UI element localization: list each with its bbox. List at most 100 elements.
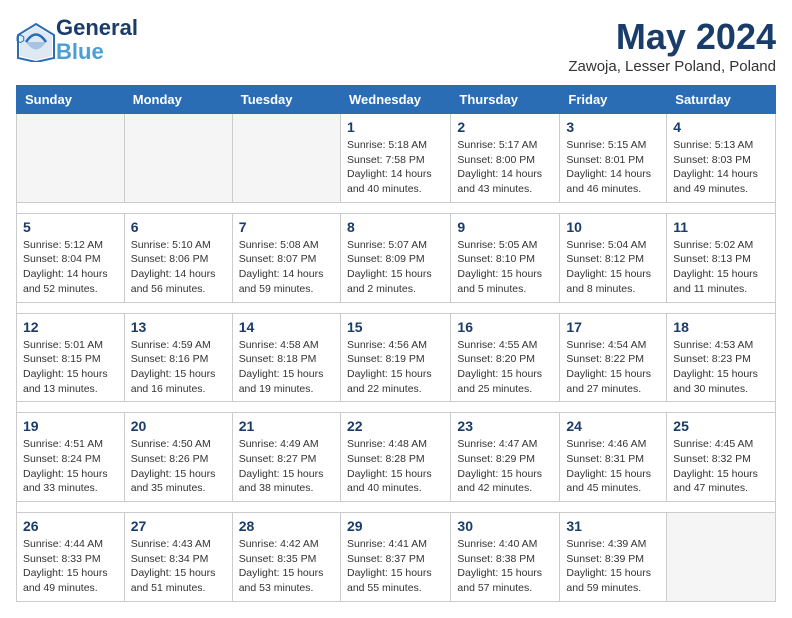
day-info: Sunrise: 4:43 AM Sunset: 8:34 PM Dayligh… — [131, 537, 226, 596]
logo-text: General Blue — [56, 16, 138, 64]
day-info: Sunrise: 4:55 AM Sunset: 8:20 PM Dayligh… — [457, 338, 553, 397]
calendar-cell: 12Sunrise: 5:01 AM Sunset: 8:15 PM Dayli… — [17, 313, 125, 402]
day-info: Sunrise: 5:01 AM Sunset: 8:15 PM Dayligh… — [23, 338, 118, 397]
calendar-cell: 18Sunrise: 4:53 AM Sunset: 8:23 PM Dayli… — [667, 313, 776, 402]
calendar-cell: 5 Sunrise: 5:12 AM Sunset: 8:04 PM Daylig… — [17, 213, 125, 302]
day-info: Sunrise: 5:04 AM Sunset: 8:12 PM Dayligh… — [566, 238, 660, 297]
day-number: 5 — [23, 219, 118, 235]
page-header: ⬡ General Blue May 2024 Zawoja, Lesser P… — [16, 16, 776, 75]
day-info: Sunrise: 5:17 AM Sunset: 8:00 PM Dayligh… — [457, 138, 553, 197]
day-number: 31 — [566, 518, 660, 534]
day-info: Sunrise: 5:08 AM Sunset: 8:07 PM Dayligh… — [239, 238, 334, 297]
day-info: Sunrise: 5:12 AM Sunset: 8:04 PM Dayligh… — [23, 238, 118, 297]
day-info: Sunrise: 4:39 AM Sunset: 8:39 PM Dayligh… — [566, 537, 660, 596]
day-info: Sunrise: 5:07 AM Sunset: 8:09 PM Dayligh… — [347, 238, 444, 297]
day-number: 28 — [239, 518, 334, 534]
weekday-header: Friday — [560, 86, 667, 114]
calendar-week-row: 5 Sunrise: 5:12 AM Sunset: 8:04 PM Daylig… — [17, 213, 776, 302]
calendar-cell — [232, 114, 340, 203]
day-number: 11 — [673, 219, 769, 235]
calendar-cell: 27 Sunrise: 4:43 AM Sunset: 8:34 PM Dayli… — [124, 513, 232, 602]
calendar-cell: 6 Sunrise: 5:10 AM Sunset: 8:06 PM Daylig… — [124, 213, 232, 302]
day-number: 25 — [673, 418, 769, 434]
logo: ⬡ General Blue — [16, 16, 138, 64]
day-number: 3 — [566, 119, 660, 135]
day-info: Sunrise: 5:10 AM Sunset: 8:06 PM Dayligh… — [131, 238, 226, 297]
day-number: 20 — [131, 418, 226, 434]
calendar-cell — [17, 114, 125, 203]
day-number: 22 — [347, 418, 444, 434]
day-info: Sunrise: 4:45 AM Sunset: 8:32 PM Dayligh… — [673, 437, 769, 496]
calendar-cell: 23 Sunrise: 4:47 AM Sunset: 8:29 PM Dayli… — [451, 413, 560, 502]
day-number: 21 — [239, 418, 334, 434]
day-number: 6 — [131, 219, 226, 235]
calendar-cell: 7Sunrise: 5:08 AM Sunset: 8:07 PM Daylig… — [232, 213, 340, 302]
week-separator — [17, 402, 776, 413]
week-separator — [17, 202, 776, 213]
day-info: Sunrise: 4:59 AM Sunset: 8:16 PM Dayligh… — [131, 338, 226, 397]
month-title: May 2024 — [568, 16, 776, 58]
calendar-cell: 8 Sunrise: 5:07 AM Sunset: 8:09 PM Daylig… — [340, 213, 450, 302]
calendar-cell: 25 Sunrise: 4:45 AM Sunset: 8:32 PM Dayli… — [667, 413, 776, 502]
day-number: 27 — [131, 518, 226, 534]
day-number: 10 — [566, 219, 660, 235]
day-number: 16 — [457, 319, 553, 335]
day-number: 19 — [23, 418, 118, 434]
calendar-cell — [124, 114, 232, 203]
day-number: 13 — [131, 319, 226, 335]
calendar-cell: 24 Sunrise: 4:46 AM Sunset: 8:31 PM Dayli… — [560, 413, 667, 502]
logo-icon: ⬡ — [16, 22, 52, 58]
day-number: 9 — [457, 219, 553, 235]
calendar-cell: 16 Sunrise: 4:55 AM Sunset: 8:20 PM Dayli… — [451, 313, 560, 402]
week-separator — [17, 302, 776, 313]
day-info: Sunrise: 4:51 AM Sunset: 8:24 PM Dayligh… — [23, 437, 118, 496]
calendar-cell: 15Sunrise: 4:56 AM Sunset: 8:19 PM Dayli… — [340, 313, 450, 402]
calendar-table: SundayMondayTuesdayWednesdayThursdayFrid… — [16, 85, 776, 602]
day-number: 23 — [457, 418, 553, 434]
calendar-cell: 28 Sunrise: 4:42 AM Sunset: 8:35 PM Dayli… — [232, 513, 340, 602]
day-info: Sunrise: 4:46 AM Sunset: 8:31 PM Dayligh… — [566, 437, 660, 496]
calendar-cell: 17 Sunrise: 4:54 AM Sunset: 8:22 PM Dayli… — [560, 313, 667, 402]
weekday-header: Saturday — [667, 86, 776, 114]
day-info: Sunrise: 4:49 AM Sunset: 8:27 PM Dayligh… — [239, 437, 334, 496]
day-info: Sunrise: 5:02 AM Sunset: 8:13 PM Dayligh… — [673, 238, 769, 297]
weekday-header-row: SundayMondayTuesdayWednesdayThursdayFrid… — [17, 86, 776, 114]
calendar-cell: 3Sunrise: 5:15 AM Sunset: 8:01 PM Daylig… — [560, 114, 667, 203]
calendar-cell: 30Sunrise: 4:40 AM Sunset: 8:38 PM Dayli… — [451, 513, 560, 602]
weekday-header: Wednesday — [340, 86, 450, 114]
calendar-cell: 20 Sunrise: 4:50 AM Sunset: 8:26 PM Dayli… — [124, 413, 232, 502]
day-info: Sunrise: 4:44 AM Sunset: 8:33 PM Dayligh… — [23, 537, 118, 596]
day-info: Sunrise: 5:05 AM Sunset: 8:10 PM Dayligh… — [457, 238, 553, 297]
calendar-cell: 14Sunrise: 4:58 AM Sunset: 8:18 PM Dayli… — [232, 313, 340, 402]
day-info: Sunrise: 4:53 AM Sunset: 8:23 PM Dayligh… — [673, 338, 769, 397]
calendar-cell: 22Sunrise: 4:48 AM Sunset: 8:28 PM Dayli… — [340, 413, 450, 502]
calendar-week-row: 19 Sunrise: 4:51 AM Sunset: 8:24 PM Dayli… — [17, 413, 776, 502]
calendar-cell: 26 Sunrise: 4:44 AM Sunset: 8:33 PM Dayli… — [17, 513, 125, 602]
day-info: Sunrise: 4:56 AM Sunset: 8:19 PM Dayligh… — [347, 338, 444, 397]
title-block: May 2024 Zawoja, Lesser Poland, Poland — [568, 16, 776, 75]
calendar-cell — [667, 513, 776, 602]
day-info: Sunrise: 4:42 AM Sunset: 8:35 PM Dayligh… — [239, 537, 334, 596]
day-info: Sunrise: 4:54 AM Sunset: 8:22 PM Dayligh… — [566, 338, 660, 397]
weekday-header: Sunday — [17, 86, 125, 114]
day-number: 4 — [673, 119, 769, 135]
location: Zawoja, Lesser Poland, Poland — [568, 58, 776, 75]
week-separator — [17, 502, 776, 513]
day-info: Sunrise: 4:41 AM Sunset: 8:37 PM Dayligh… — [347, 537, 444, 596]
calendar-cell: 4 Sunrise: 5:13 AM Sunset: 8:03 PM Daylig… — [667, 114, 776, 203]
calendar-cell: 21 Sunrise: 4:49 AM Sunset: 8:27 PM Dayli… — [232, 413, 340, 502]
weekday-header: Monday — [124, 86, 232, 114]
weekday-header: Thursday — [451, 86, 560, 114]
day-number: 1 — [347, 119, 444, 135]
day-number: 8 — [347, 219, 444, 235]
day-info: Sunrise: 4:50 AM Sunset: 8:26 PM Dayligh… — [131, 437, 226, 496]
day-info: Sunrise: 5:18 AM Sunset: 7:58 PM Dayligh… — [347, 138, 444, 197]
day-number: 17 — [566, 319, 660, 335]
calendar-cell: 10 Sunrise: 5:04 AM Sunset: 8:12 PM Dayli… — [560, 213, 667, 302]
day-info: Sunrise: 4:47 AM Sunset: 8:29 PM Dayligh… — [457, 437, 553, 496]
day-number: 26 — [23, 518, 118, 534]
day-number: 14 — [239, 319, 334, 335]
day-info: Sunrise: 5:13 AM Sunset: 8:03 PM Dayligh… — [673, 138, 769, 197]
day-number: 30 — [457, 518, 553, 534]
day-number: 24 — [566, 418, 660, 434]
